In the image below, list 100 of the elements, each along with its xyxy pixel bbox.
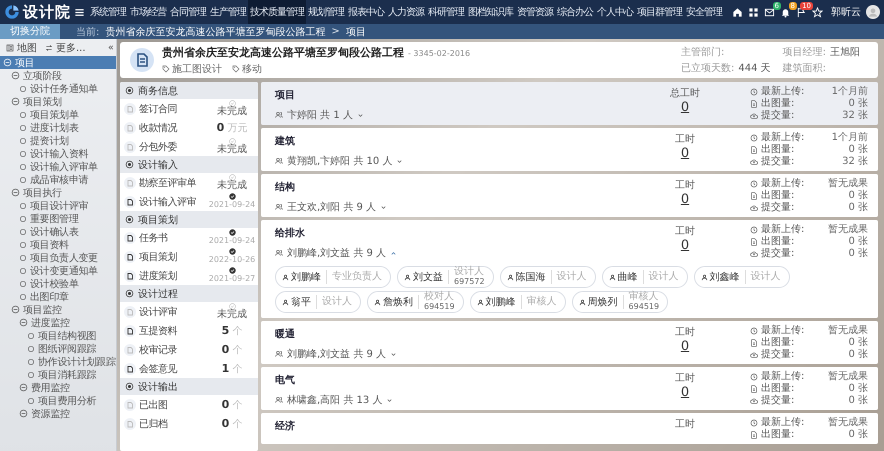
sidebar-item[interactable]: 费用监控 [0, 381, 116, 394]
grid-icon[interactable] [748, 6, 759, 18]
sidebar-item[interactable]: 项目费用分析 [0, 394, 116, 407]
nav-menu-item[interactable]: 个人中心 [595, 0, 635, 24]
nav-menu-item[interactable]: 人力资源 [386, 0, 426, 24]
sidebar-item[interactable]: 设计任务通知单 [0, 82, 116, 95]
user-name[interactable]: 郭昕云 [831, 5, 861, 19]
caret-down-icon[interactable] [380, 204, 388, 210]
caret-up-icon[interactable] [390, 250, 398, 256]
sidebar-item[interactable]: 设计校验单 [0, 277, 116, 290]
sidebar-item[interactable]: 设计输入资料 [0, 147, 116, 160]
stat-label: 提交量: [761, 349, 794, 361]
hours-label: 工时 [675, 224, 695, 238]
hours-label: 工时 [675, 418, 695, 431]
sidebar-item[interactable]: 项目策划单 [0, 108, 116, 121]
circle-icon [19, 292, 27, 300]
sidebar-item[interactable]: 成品审核申请 [0, 173, 116, 186]
nav-menu-item[interactable]: 技术质量管理 [248, 0, 306, 24]
star-icon[interactable] [812, 6, 823, 18]
section-title: 设计输出 [138, 380, 178, 394]
sidebar-tab[interactable]: 更多... [43, 40, 88, 54]
sidebar-item[interactable]: 项目负责人变更 [0, 251, 116, 264]
member-name: 詹焕利 [383, 296, 413, 309]
sidebar-item[interactable]: 设计输入评审单 [0, 160, 116, 173]
caret-down-icon[interactable] [390, 350, 398, 358]
hours-value[interactable]: 0 [680, 192, 690, 207]
sidebar-item[interactable]: 重要图管理 [0, 212, 116, 225]
stat-label: 提交量: [761, 202, 794, 214]
avatar-icon[interactable] [866, 5, 880, 19]
row-label: 已出图 [139, 398, 168, 412]
caret-down-icon[interactable] [386, 396, 394, 404]
member-name: 翁平 [291, 296, 311, 309]
hours-value[interactable]: 0 [680, 385, 690, 400]
sidebar-item[interactable]: 提资计划 [0, 134, 116, 147]
count-value: 0 [216, 120, 224, 134]
sidebar-item[interactable]: 项目消耗跟踪 [0, 368, 116, 381]
home-icon[interactable] [732, 6, 743, 18]
nav-menu-item[interactable]: 规划管理 [306, 0, 346, 24]
nav-menu-item[interactable]: 综合办公 [555, 0, 595, 24]
sidebar-item[interactable]: 项目监控 [0, 303, 116, 316]
flag-icon[interactable] [796, 6, 807, 18]
nav-menu-item[interactable]: 市场经营 [128, 0, 168, 24]
person-icon [700, 274, 708, 280]
nav-menu-item[interactable]: 项目群管理 [635, 0, 684, 24]
nav-menu-item[interactable]: 科研管理 [426, 0, 466, 24]
nav-menu-item[interactable]: 合同管理 [168, 0, 208, 24]
count-value: 0 [222, 398, 230, 410]
mail-icon[interactable] [764, 6, 775, 18]
sidebar-item[interactable]: 协作设计计划跟踪 [0, 355, 116, 368]
nav-menu-item[interactable]: 资管资源 [515, 0, 555, 24]
sidebar-item[interactable]: 项目执行 [0, 186, 116, 199]
nav-menu-item[interactable]: 生产管理 [208, 0, 248, 24]
sidebar-tab[interactable]: 地图 [4, 40, 39, 54]
member-summary: 卞婷阳 共 1 人 [287, 108, 353, 122]
caret-down-icon[interactable] [356, 112, 364, 118]
nav-menu-item[interactable]: 系统管理 [88, 0, 128, 24]
sidebar-item[interactable]: 设计变更通知单 [0, 264, 116, 277]
people-icon [275, 203, 283, 211]
clock-icon [750, 327, 758, 335]
member-role: 专业负责人 [332, 272, 382, 282]
sidebar-item[interactable]: 项目 [0, 56, 116, 69]
hours-value[interactable]: 0 [680, 100, 690, 115]
sidebar-item[interactable]: 项目结构视图 [0, 329, 116, 342]
sidebar-item[interactable]: 进度监控 [0, 316, 116, 329]
bell-icon[interactable] [780, 6, 791, 18]
sidebar-item[interactable]: 项目策划 [0, 95, 116, 108]
sidebar-item[interactable]: 资源监控 [0, 407, 116, 420]
collapse-icon[interactable] [107, 44, 114, 51]
menu-icon[interactable] [74, 6, 85, 18]
nav-menu-item[interactable]: 图档知识库 [466, 0, 515, 24]
hours-value[interactable]: 0 [680, 146, 690, 161]
sidebar-item[interactable]: 项目设计评审 [0, 199, 116, 212]
clock-icon [750, 88, 758, 96]
circle-icon [27, 332, 35, 340]
sidebar-item[interactable]: 出图印章 [0, 290, 116, 303]
sidebar-item[interactable]: 项目资料 [0, 238, 116, 251]
nav-menu-item[interactable]: 报表中心 [346, 0, 386, 24]
circle-icon [27, 370, 35, 378]
hours-value[interactable]: 0 [680, 238, 690, 253]
status-text: 2021-09-24 [208, 200, 256, 210]
sidebar-item[interactable]: 图纸评阅跟踪 [0, 342, 116, 355]
stat-label: 最新上传: [761, 417, 804, 428]
breadcrumb-link[interactable]: 贵州省余庆至安龙高速公路平塘至罗甸段公路工程 [105, 24, 326, 38]
stat-label: 出图量: [761, 236, 794, 248]
row-label: 互提资料 [139, 324, 178, 338]
row-label: 设计输入评审 [139, 196, 197, 208]
member-role: 校对人 [424, 292, 455, 302]
stat-label: 最新上传: [761, 224, 804, 236]
row-label: 勘察至评审单 [139, 176, 198, 190]
breadcrumb-link[interactable]: 项目 [346, 24, 366, 38]
nav-menu-item[interactable]: 安全管理 [684, 0, 724, 24]
sidebar-item[interactable]: 设计确认表 [0, 225, 116, 238]
circle-icon [19, 162, 27, 170]
stat-value: 1个月前 [830, 86, 868, 98]
caret-down-icon[interactable] [396, 158, 404, 164]
stat-value: 暂无成果 [827, 178, 868, 190]
sidebar-item[interactable]: 进度计划表 [0, 121, 116, 134]
hours-value[interactable]: 0 [680, 339, 690, 354]
file-icon [750, 339, 758, 347]
sidebar-item[interactable]: 立项阶段 [0, 69, 116, 82]
